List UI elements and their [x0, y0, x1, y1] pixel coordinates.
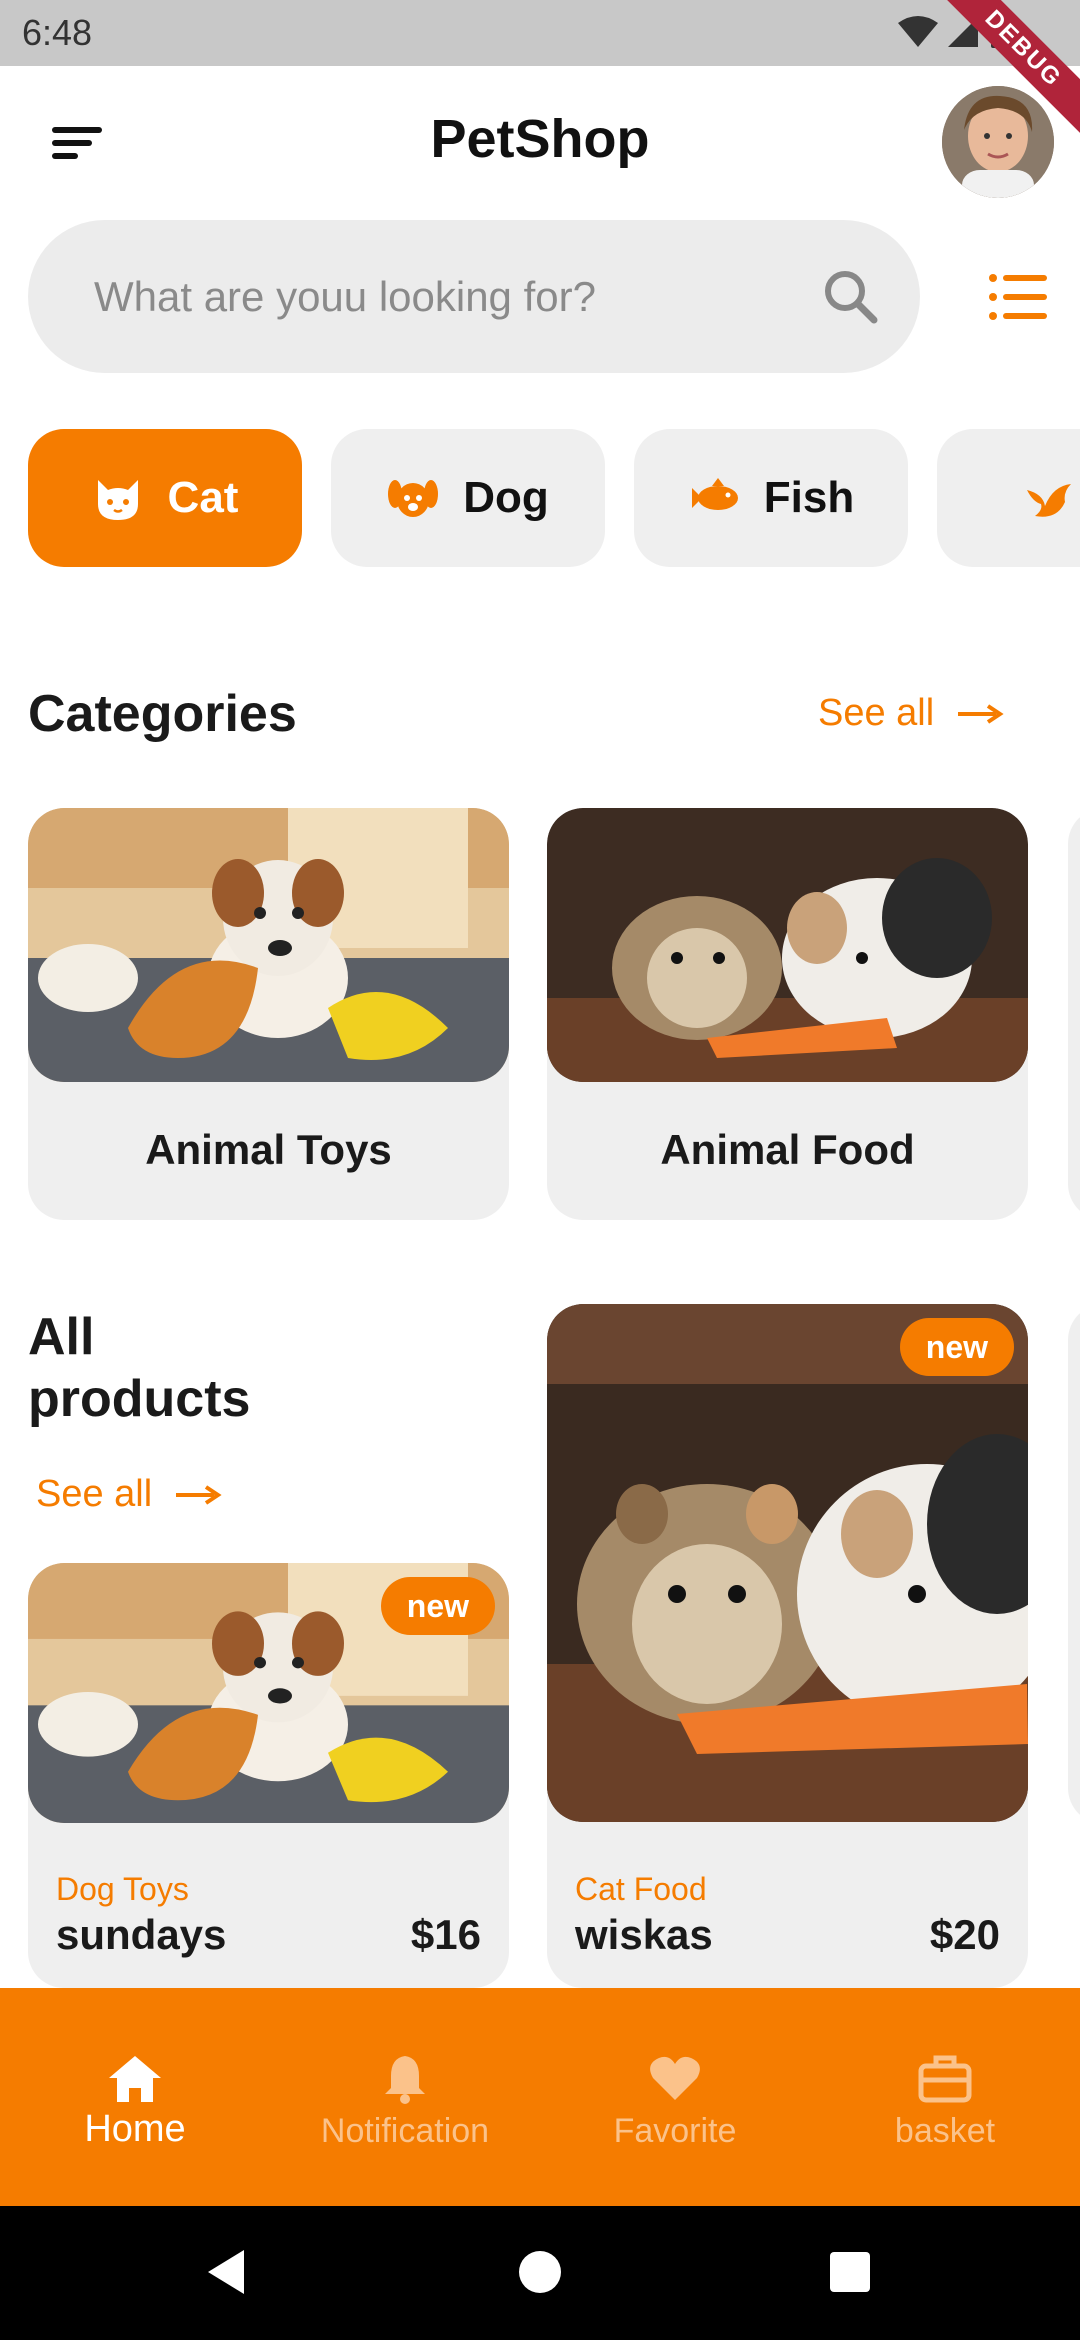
- all-products-title: All products: [28, 1306, 250, 1430]
- search-input[interactable]: [94, 264, 774, 330]
- category-card-animal-food[interactable]: Animal Food: [547, 808, 1028, 1220]
- dog-icon: [388, 480, 439, 517]
- guinea-pigs-photo: [547, 808, 1028, 1082]
- new-badge: new: [899, 1318, 1014, 1376]
- recents-icon[interactable]: [820, 2242, 880, 2302]
- cat-icon: [97, 480, 138, 520]
- debug-label: DEBUG: [940, 0, 1080, 140]
- bell-icon: [385, 2056, 425, 2104]
- nav-label: Favorite: [613, 2112, 737, 2150]
- home-circle-icon[interactable]: [510, 2242, 570, 2302]
- nav-favorite[interactable]: Favorite: [540, 1988, 810, 2206]
- bottom-navigation: Home Notification Favorite basket: [0, 1988, 1080, 2206]
- product-price: $16: [410, 1911, 481, 1958]
- product-category: Dog Toys: [56, 1871, 189, 1907]
- page-title: PetShop: [430, 109, 650, 169]
- guinea-pigs-photo: [547, 1304, 1028, 1822]
- back-icon[interactable]: [196, 2242, 256, 2302]
- arrow-right-icon: [176, 1484, 222, 1505]
- dog-with-toy-photo: [28, 808, 509, 1082]
- category-card-animal-toys[interactable]: Animal Toys: [28, 808, 509, 1220]
- fish-icon: [691, 478, 738, 510]
- home-icon: [109, 2056, 161, 2102]
- list-icon[interactable]: [985, 266, 1051, 328]
- product-name: wiskas: [575, 1911, 713, 1958]
- category-label: Animal Food: [660, 1126, 915, 1173]
- products-see-all-link[interactable]: See all: [36, 1473, 222, 1516]
- nav-home[interactable]: Home: [0, 1988, 270, 2206]
- all-products-title-line1: All: [28, 1308, 95, 1366]
- product-card[interactable]: new Dog Toys sundays $16: [28, 1563, 509, 1988]
- chip-fish[interactable]: Fish: [634, 429, 908, 567]
- categories-see-all-link[interactable]: See all: [818, 692, 1004, 735]
- bird-icon: [1026, 484, 1071, 517]
- search-bar: [28, 220, 920, 373]
- nav-notification[interactable]: Notification: [270, 1988, 540, 2206]
- categories-title: Categories: [28, 685, 297, 743]
- wifi-icon: [898, 16, 938, 47]
- nav-label: Notification: [320, 2112, 490, 2150]
- arrow-right-icon: [958, 703, 1004, 724]
- chip-cat[interactable]: Cat: [28, 429, 302, 567]
- chip-label: Dog: [463, 473, 549, 522]
- nav-basket[interactable]: basket: [810, 1988, 1080, 2206]
- status-bar: 6:48: [0, 0, 1080, 66]
- chip-label: Cat: [167, 473, 239, 522]
- search-icon[interactable]: [818, 264, 884, 330]
- see-all-label: See all: [36, 1473, 153, 1515]
- briefcase-icon: [918, 2055, 972, 2103]
- pet-type-selector: Cat Dog Fish b: [28, 429, 1080, 567]
- status-time: 6:48: [22, 12, 93, 53]
- debug-banner: DEBUG: [940, 0, 1080, 140]
- category-card-peek[interactable]: [1068, 808, 1080, 1220]
- product-card-peek[interactable]: [1068, 1304, 1080, 1824]
- chip-bird[interactable]: b: [937, 429, 1080, 567]
- category-label: Animal Toys: [145, 1126, 392, 1173]
- product-card[interactable]: new Cat Food wiskas $20: [547, 1304, 1028, 1988]
- chip-dog[interactable]: Dog: [331, 429, 605, 567]
- product-category: Cat Food: [575, 1871, 707, 1907]
- nav-label: Home: [84, 2108, 186, 2150]
- new-badge: new: [380, 1577, 495, 1635]
- all-products-title-line2: products: [28, 1370, 251, 1428]
- see-all-label: See all: [818, 692, 935, 734]
- system-navigation-bar: [0, 2206, 1080, 2340]
- nav-label: basket: [894, 2112, 996, 2150]
- product-name: sundays: [56, 1911, 227, 1958]
- chip-label: Fish: [763, 473, 855, 522]
- product-price: $20: [929, 1911, 1000, 1958]
- heart-icon: [650, 2056, 700, 2100]
